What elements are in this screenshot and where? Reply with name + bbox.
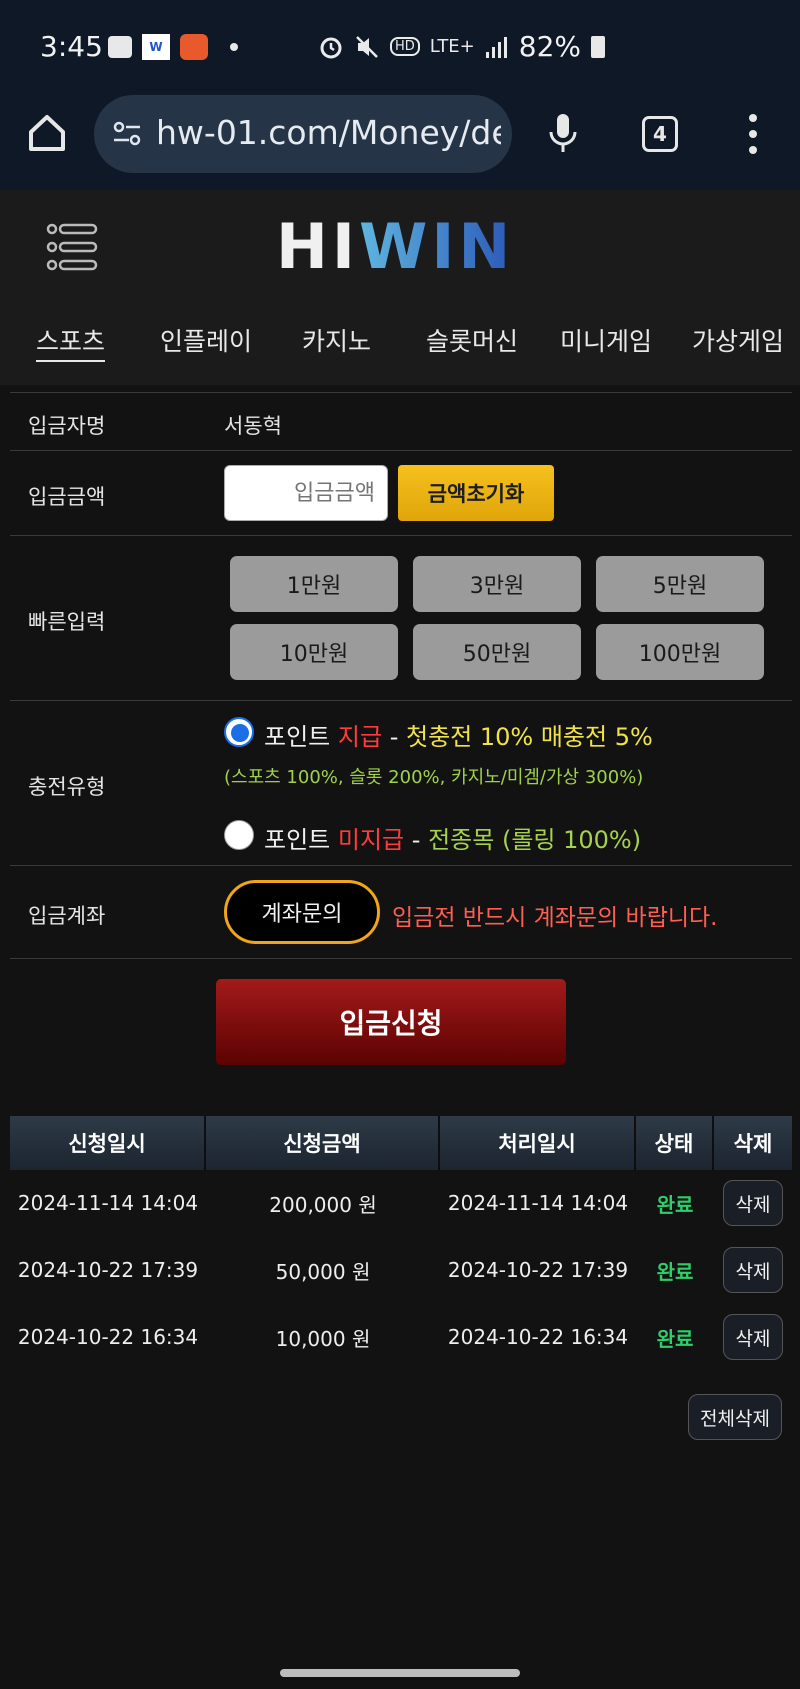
depositor-row: 입금자명 서동혁 — [10, 392, 792, 450]
nav-slots[interactable]: 슬롯머신 — [426, 322, 518, 358]
delete-row-button[interactable]: 삭제 — [723, 1314, 783, 1360]
account-row: 입금계좌 계좌문의 입금전 반드시 계좌문의 바랍니다. — [10, 865, 792, 959]
status-badge: 완료 — [656, 1326, 694, 1351]
main-nav: 스포츠 인플레이 카지노 슬롯머신 미니게임 가상게임 — [0, 322, 800, 372]
more-options-icon[interactable] — [748, 114, 758, 154]
table-row: 2024-10-22 17:39 50,000 원 2024-10-22 17:… — [10, 1237, 792, 1303]
lte-icon: LTE+ — [429, 36, 475, 57]
point-paid-radio[interactable] — [224, 717, 254, 747]
quick-input-row: 빠른입력 1만원 3만원 5만원 10만원 50만원 100만원 — [10, 535, 792, 700]
delete-row-button[interactable]: 삭제 — [723, 1247, 783, 1293]
browser-chrome: 3:45 W HD LTE+ 82% hw-01.com/Money/dep 4 — [0, 0, 800, 190]
depositor-label: 입금자명 — [28, 414, 106, 438]
quick-10k-button[interactable]: 1만원 — [230, 556, 398, 612]
nav-virtual[interactable]: 가상게임 — [692, 322, 784, 358]
account-label: 입금계좌 — [28, 904, 106, 928]
table-row: 2024-11-14 14:04 200,000 원 2024-11-14 14… — [10, 1170, 792, 1236]
quick-500k-button[interactable]: 50만원 — [413, 624, 581, 680]
nav-inplay[interactable]: 인플레이 — [160, 322, 252, 358]
home-icon[interactable] — [26, 112, 68, 154]
nav-sports[interactable]: 스포츠 — [36, 322, 106, 362]
signal-icon — [485, 36, 507, 58]
header-requested: 신청일시 — [10, 1116, 206, 1170]
mute-icon — [356, 35, 378, 58]
status-badge: 완료 — [656, 1192, 694, 1217]
hiwin-logo[interactable]: HIWIN — [276, 216, 514, 278]
nav-minigame[interactable]: 미니게임 — [560, 322, 652, 358]
battery-percent: 82% — [518, 30, 581, 63]
status-badge: 완료 — [656, 1259, 694, 1284]
message-icon — [108, 36, 132, 58]
battery-icon — [591, 35, 605, 58]
site-header: HIWIN 스포츠 인플레이 카지노 슬롯머신 미니게임 가상게임 — [0, 190, 800, 385]
amount-label: 입금금액 — [28, 485, 106, 509]
quick-100k-button[interactable]: 10만원 — [230, 624, 398, 680]
table-header: 신청일시 신청금액 처리일시 상태 삭제 — [10, 1116, 792, 1170]
header-processed: 처리일시 — [440, 1116, 636, 1170]
hd-icon: HD — [389, 37, 420, 56]
bonus-note: (스포츠 100%, 슬롯 200%, 카지노/미겜/가상 300%) — [224, 767, 644, 788]
status-bar: 3:45 W HD LTE+ 82% — [0, 0, 800, 96]
account-note: 입금전 반드시 계좌문의 바랍니다. — [392, 905, 718, 931]
menu-icon[interactable] — [46, 222, 98, 272]
table-row: 2024-10-22 16:34 10,000 원 2024-10-22 16:… — [10, 1304, 792, 1370]
deposit-submit-button[interactable]: 입금신청 — [216, 979, 566, 1065]
delete-all-button[interactable]: 전체삭제 — [688, 1394, 782, 1440]
url-text[interactable]: hw-01.com/Money/dep — [156, 113, 501, 152]
tv-app-icon — [180, 34, 208, 60]
point-paid-option[interactable]: 포인트 지급 - 첫충전 10% 매충전 5% — [264, 717, 653, 752]
amount-row: 입금금액 금액초기화 — [10, 450, 792, 535]
reset-amount-button[interactable]: 금액초기화 — [398, 465, 554, 521]
site-settings-icon[interactable] — [112, 119, 142, 149]
point-unpaid-radio[interactable] — [224, 820, 254, 850]
quick-30k-button[interactable]: 3만원 — [413, 556, 581, 612]
depositor-value: 서동혁 — [224, 414, 282, 438]
header-status: 상태 — [636, 1116, 714, 1170]
more-notifications-icon — [230, 43, 238, 51]
quick-input-label: 빠른입력 — [28, 610, 106, 634]
charge-type-label: 충전유형 — [28, 775, 106, 799]
wing-app-icon: W — [142, 34, 170, 60]
url-bar[interactable]: hw-01.com/Money/dep — [94, 95, 512, 173]
status-time: 3:45 — [40, 30, 103, 63]
alarm-icon — [320, 37, 342, 58]
quick-50k-button[interactable]: 5만원 — [596, 556, 764, 612]
point-unpaid-option[interactable]: 포인트 미지급 - 전종목 (롤링 100%) — [264, 820, 641, 855]
gesture-home-bar[interactable] — [280, 1669, 520, 1677]
header-amount: 신청금액 — [206, 1116, 440, 1170]
delete-row-button[interactable]: 삭제 — [723, 1180, 783, 1226]
nav-casino[interactable]: 카지노 — [302, 322, 371, 358]
account-inquiry-button[interactable]: 계좌문의 — [224, 880, 380, 944]
microphone-icon[interactable] — [548, 112, 578, 154]
charge-type-row: 충전유형 포인트 지급 - 첫충전 10% 매충전 5% (스포츠 100%, … — [10, 700, 792, 865]
header-delete: 삭제 — [714, 1116, 792, 1170]
amount-input[interactable] — [224, 465, 388, 521]
tab-switcher-button[interactable]: 4 — [642, 116, 678, 152]
quick-1m-button[interactable]: 100만원 — [596, 624, 764, 680]
